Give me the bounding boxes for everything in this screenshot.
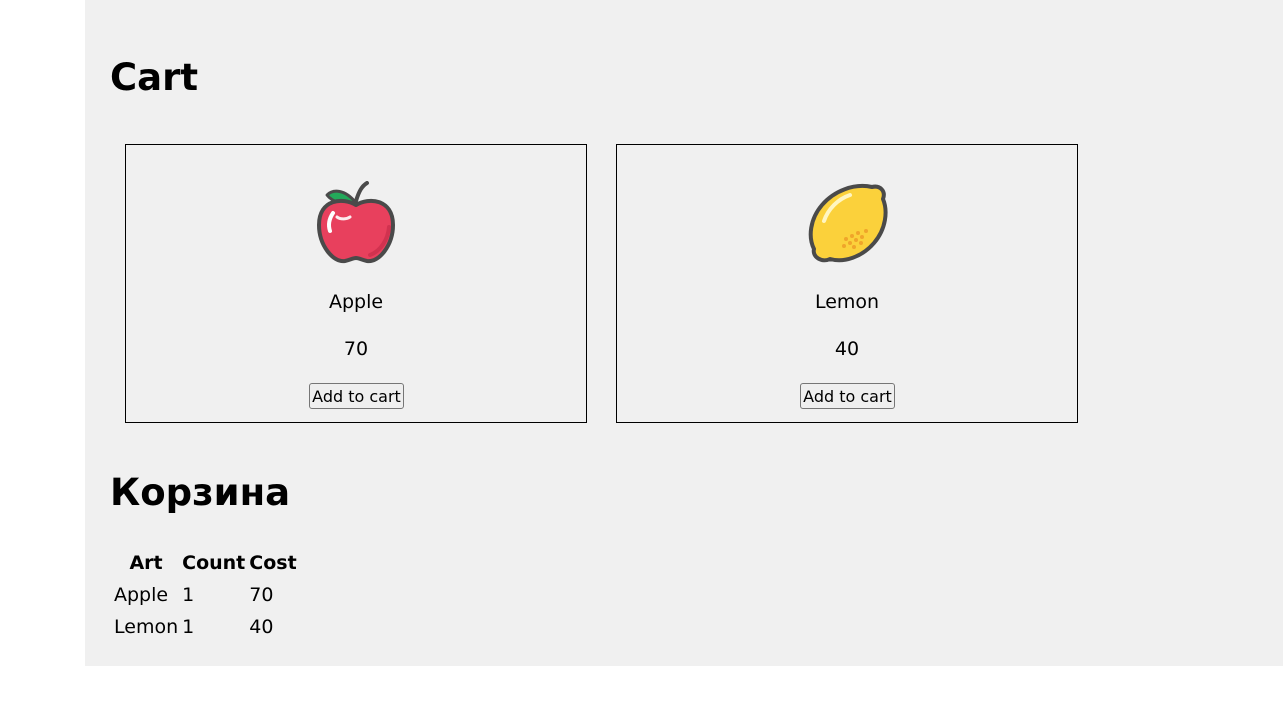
table-row: Apple 1 70 xyxy=(112,579,299,611)
app-container: Cart Apple 70 Add to cart Lemon 40 Add t… xyxy=(85,0,1283,666)
add-to-cart-button-lemon[interactable]: Add to cart xyxy=(800,383,895,409)
column-header-count: Count xyxy=(182,552,246,574)
cell-art: Apple xyxy=(114,584,169,606)
product-card-lemon: Lemon 40 Add to cart xyxy=(616,144,1078,423)
product-card-apple: Apple 70 Add to cart xyxy=(125,144,587,423)
cell-cost: 70 xyxy=(249,584,274,606)
cart-title: Корзина xyxy=(110,471,291,514)
cell-count: 1 xyxy=(182,616,195,638)
cell-art: Lemon xyxy=(114,616,179,638)
column-header-cost: Cost xyxy=(249,552,297,574)
product-price: 40 xyxy=(834,338,860,360)
cell-count: 1 xyxy=(182,584,195,606)
table-row: Lemon 1 40 xyxy=(112,611,299,643)
table-header-row: Art Count Cost xyxy=(112,547,299,579)
cart-table: Art Count Cost Apple 1 70 Lemon 1 40 xyxy=(112,547,299,643)
apple-icon xyxy=(315,181,397,265)
product-name: Lemon xyxy=(814,291,880,313)
add-to-cart-button-apple[interactable]: Add to cart xyxy=(309,383,404,409)
page-title: Cart xyxy=(110,56,199,99)
product-name: Apple xyxy=(328,291,384,313)
lemon-icon xyxy=(806,181,888,265)
column-header-art: Art xyxy=(129,552,163,574)
product-price: 70 xyxy=(343,338,369,360)
cell-cost: 40 xyxy=(249,616,274,638)
